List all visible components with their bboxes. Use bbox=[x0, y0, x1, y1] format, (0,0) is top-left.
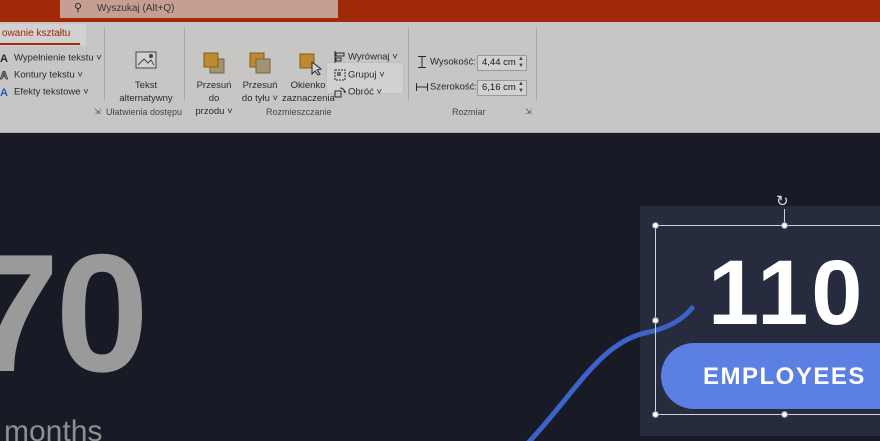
resize-handle-left[interactable] bbox=[652, 317, 659, 324]
bring-forward-label-1: Przesuń do bbox=[196, 80, 232, 104]
send-backward-icon bbox=[246, 50, 274, 76]
send-backward-button[interactable]: Przesuń do tyłu ˅ bbox=[238, 50, 282, 105]
width-value: 6,16 cm bbox=[482, 82, 516, 93]
group-label: Grupuj bbox=[348, 69, 377, 81]
align-button[interactable]: Wyrównaj ˅ bbox=[334, 51, 398, 63]
group-icon bbox=[334, 69, 346, 81]
dialog-launcher-icon[interactable]: ⇲ bbox=[94, 107, 101, 116]
size-launcher-icon[interactable]: ⇲ bbox=[525, 107, 532, 116]
resize-handle-top-left[interactable] bbox=[652, 222, 659, 229]
title-bar: ⚲ Wyszukaj (Alt+Q) bbox=[0, 0, 880, 22]
chevron-down-icon: ˅ bbox=[224, 106, 233, 117]
group-button[interactable]: Grupuj ˅ bbox=[334, 69, 385, 81]
text-effects-icon: A bbox=[0, 87, 8, 98]
width-input[interactable]: 6,16 cm ▲ ▼ bbox=[477, 80, 527, 96]
text-effects-label: Efekty tekstowe bbox=[14, 86, 81, 98]
send-backward-label-2: do tyłu bbox=[241, 93, 270, 104]
tab-shape-format[interactable]: owanie kształtu bbox=[0, 24, 86, 46]
text-fill-icon: A bbox=[0, 53, 8, 64]
group-separator bbox=[104, 28, 105, 100]
chevron-down-icon: ˅ bbox=[93, 52, 102, 64]
selection-pane-label-2: zaznaczenia bbox=[282, 93, 335, 104]
rotate-icon bbox=[334, 87, 346, 98]
spin-arrows-icon[interactable]: ▲ ▼ bbox=[518, 81, 524, 95]
rotate-handle-icon[interactable]: ↻ bbox=[776, 192, 789, 210]
group-label-accessibility: Ułatwienia dostępu bbox=[106, 107, 183, 117]
slide-canvas[interactable]: 70 months 110 EMPLOYEES ↻ bbox=[0, 133, 880, 441]
bring-forward-label-2: przodu bbox=[195, 106, 225, 117]
text-outline-label: Kontury tekstu bbox=[14, 69, 75, 81]
svg-text:A: A bbox=[0, 87, 8, 98]
text-fill-label: Wypełnienie tekstu bbox=[14, 52, 94, 64]
resize-handle-top[interactable] bbox=[781, 222, 788, 229]
chevron-down-icon: ˅ bbox=[376, 69, 385, 81]
alt-text-icon bbox=[132, 50, 160, 76]
search-box[interactable]: ⚲ Wyszukaj (Alt+Q) bbox=[60, 0, 338, 18]
search-icon: ⚲ bbox=[74, 2, 83, 14]
height-field: Wysokość: bbox=[416, 56, 476, 68]
group-label-size: Rozmiar bbox=[452, 107, 486, 117]
group-separator bbox=[184, 28, 185, 100]
rotate-button[interactable]: Obróć ˅ bbox=[334, 86, 382, 98]
rotate-label: Obróć bbox=[348, 86, 374, 98]
group-label-arrange: Rozmieszczanie bbox=[266, 107, 332, 117]
align-icon bbox=[334, 51, 345, 63]
height-icon bbox=[418, 56, 426, 68]
selection-box[interactable] bbox=[655, 225, 880, 415]
group-separator bbox=[408, 28, 409, 100]
bring-forward-button[interactable]: Przesuń do przodu ˅ bbox=[190, 50, 238, 118]
resize-handle-bottom[interactable] bbox=[781, 411, 788, 418]
chevron-down-icon: ˅ bbox=[80, 86, 89, 98]
alt-text-label-2: alternatywny bbox=[119, 93, 173, 104]
bring-forward-icon bbox=[200, 50, 228, 76]
chevron-down-icon: ˅ bbox=[389, 51, 398, 63]
align-label: Wyrównaj bbox=[348, 51, 390, 63]
width-field: Szerokość: bbox=[416, 81, 477, 93]
text-fill-button[interactable]: A Wypełnienie tekstu ˅ bbox=[0, 52, 102, 64]
height-label: Wysokość: bbox=[430, 56, 476, 68]
group-separator bbox=[536, 28, 537, 100]
height-input[interactable]: 4,44 cm ▲ ▼ bbox=[477, 55, 527, 71]
height-value: 4,44 cm bbox=[482, 57, 516, 68]
svg-text:A: A bbox=[0, 70, 8, 81]
spin-arrows-icon[interactable]: ▲ ▼ bbox=[518, 56, 524, 70]
width-label: Szerokość: bbox=[430, 81, 477, 93]
resize-handle-bottom-left[interactable] bbox=[652, 411, 659, 418]
svg-text:A: A bbox=[0, 53, 8, 64]
text-outline-button[interactable]: A Kontury tekstu ˅ bbox=[0, 69, 83, 81]
alt-text-label-1: Tekst bbox=[134, 80, 158, 91]
alt-text-button[interactable]: Tekst alternatywny bbox=[118, 50, 174, 105]
chevron-down-icon: ˅ bbox=[269, 93, 279, 104]
chevron-down-icon: ˅ bbox=[74, 69, 83, 81]
width-icon bbox=[416, 83, 428, 91]
chevron-down-icon: ˅ bbox=[373, 86, 383, 98]
send-backward-label-1: Przesuń bbox=[242, 80, 278, 91]
ribbon: owanie kształtu A Wypełnienie tekstu ˅ AK… bbox=[0, 22, 880, 133]
text-outline-icon: A bbox=[0, 70, 8, 81]
selection-pane-icon bbox=[294, 50, 323, 76]
search-placeholder: Wyszukaj (Alt+Q) bbox=[97, 3, 175, 14]
text-effects-button[interactable]: A Efekty tekstowe ˅ bbox=[0, 86, 89, 98]
